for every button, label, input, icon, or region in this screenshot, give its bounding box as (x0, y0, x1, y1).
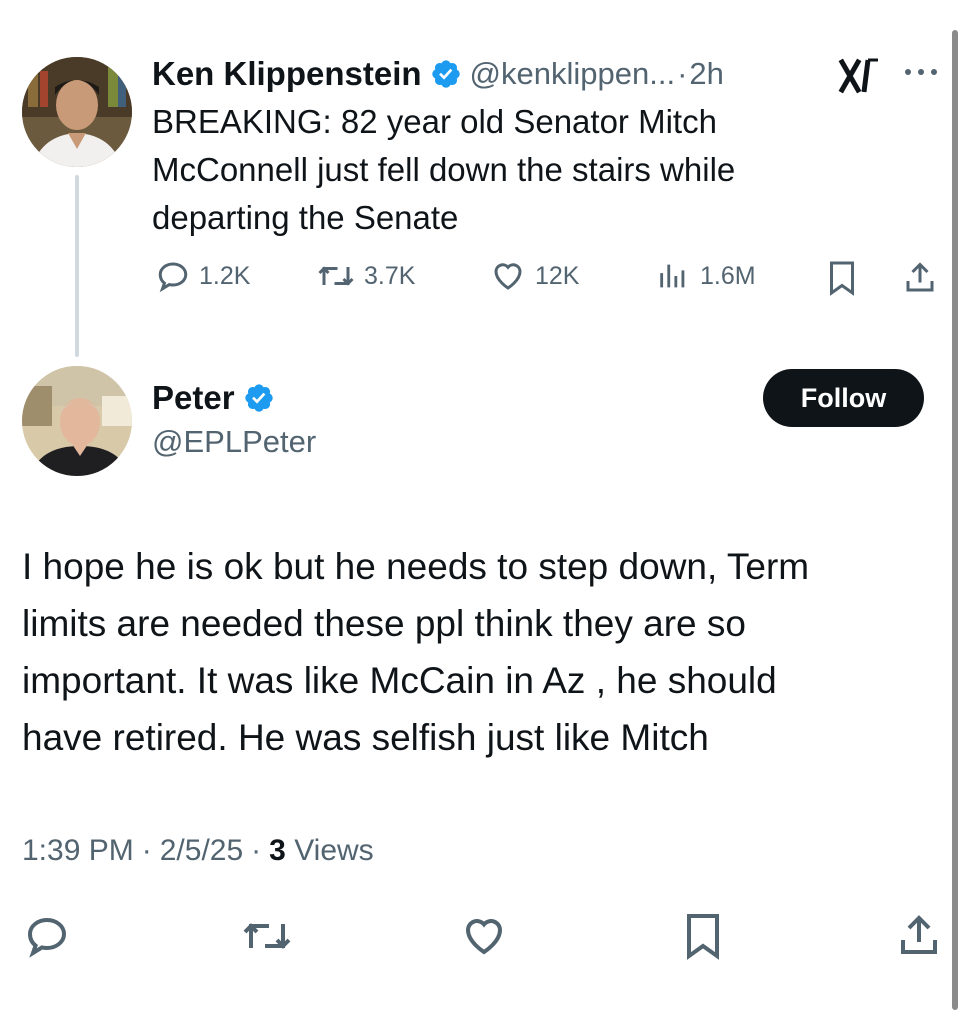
views-button[interactable]: 1.6M (656, 258, 756, 294)
bookmark-icon (826, 261, 858, 300)
follow-button[interactable]: Follow (763, 369, 924, 427)
like-icon (489, 258, 527, 294)
reply-text-line: important. It was like McCain in Az , he… (22, 660, 777, 701)
views-number: 3 (269, 834, 286, 867)
tweet-meta: 1:39 PM · 2/5/25 · 3 Views (22, 834, 374, 868)
views-count: 1.6M (700, 261, 756, 290)
share-button[interactable] (902, 260, 938, 301)
reply-icon (155, 258, 191, 294)
reply-button[interactable]: 1.2K (155, 258, 250, 294)
verified-icon (243, 382, 275, 414)
share-action-button[interactable] (894, 912, 944, 965)
share-icon (902, 262, 938, 300)
scrollbar[interactable] (952, 30, 958, 1010)
reply-text-line: have retired. He was selfish just like M… (22, 717, 709, 758)
like-icon (458, 919, 510, 964)
reply-text-line: limits are needed these ppl think they a… (22, 603, 746, 644)
like-action-button[interactable] (458, 912, 510, 965)
share-icon (894, 915, 944, 964)
like-button[interactable]: 12K (489, 258, 579, 294)
retweet-count: 3.7K (364, 261, 416, 290)
tweet-text-line: McConnell just fell down the stairs whil… (152, 151, 736, 188)
thread-connector (75, 175, 79, 357)
author-name[interactable]: Ken Klippenstein (152, 55, 422, 93)
retweet-icon (238, 923, 296, 964)
retweet-icon (316, 258, 356, 294)
tweet-text: BREAKING: 82 year old Senator Mitch McCo… (152, 98, 932, 242)
avatar-peter[interactable] (22, 366, 132, 476)
reply-author-handle[interactable]: @EPLPeter (152, 424, 316, 460)
tweet-text-line: BREAKING: 82 year old Senator Mitch (152, 103, 717, 140)
like-count: 12K (535, 261, 580, 290)
tweet-time[interactable]: 2h (689, 56, 723, 92)
post-date[interactable]: 2/5/25 (160, 834, 243, 868)
more-icon[interactable] (902, 64, 942, 80)
grok-icon[interactable] (838, 56, 880, 96)
views-icon (656, 258, 690, 294)
views-label: Views (294, 834, 374, 867)
separator-dot: · (141, 834, 152, 867)
separator-dot: · (677, 56, 688, 91)
bookmark-icon (682, 914, 724, 964)
author-handle[interactable]: @kenklippen... (470, 56, 676, 92)
avatar-ken[interactable] (22, 57, 132, 167)
reply-text-line: I hope he is ok but he needs to step dow… (22, 546, 810, 587)
bookmark-action-button[interactable] (682, 912, 724, 965)
separator-dot: · (251, 834, 262, 867)
reply-icon (22, 917, 72, 964)
tweet-text-line: departing the Senate (152, 199, 459, 236)
reply-author-name[interactable]: Peter (152, 379, 235, 417)
verified-icon (430, 58, 462, 90)
bookmark-button[interactable] (826, 260, 858, 301)
reply-action-button[interactable] (22, 912, 72, 965)
reply-text: I hope he is ok but he needs to step dow… (22, 538, 942, 766)
retweet-button[interactable]: 3.7K (316, 258, 415, 294)
reply-count: 1.2K (199, 261, 251, 290)
post-time[interactable]: 1:39 PM (22, 834, 134, 868)
retweet-action-button[interactable] (238, 912, 296, 965)
